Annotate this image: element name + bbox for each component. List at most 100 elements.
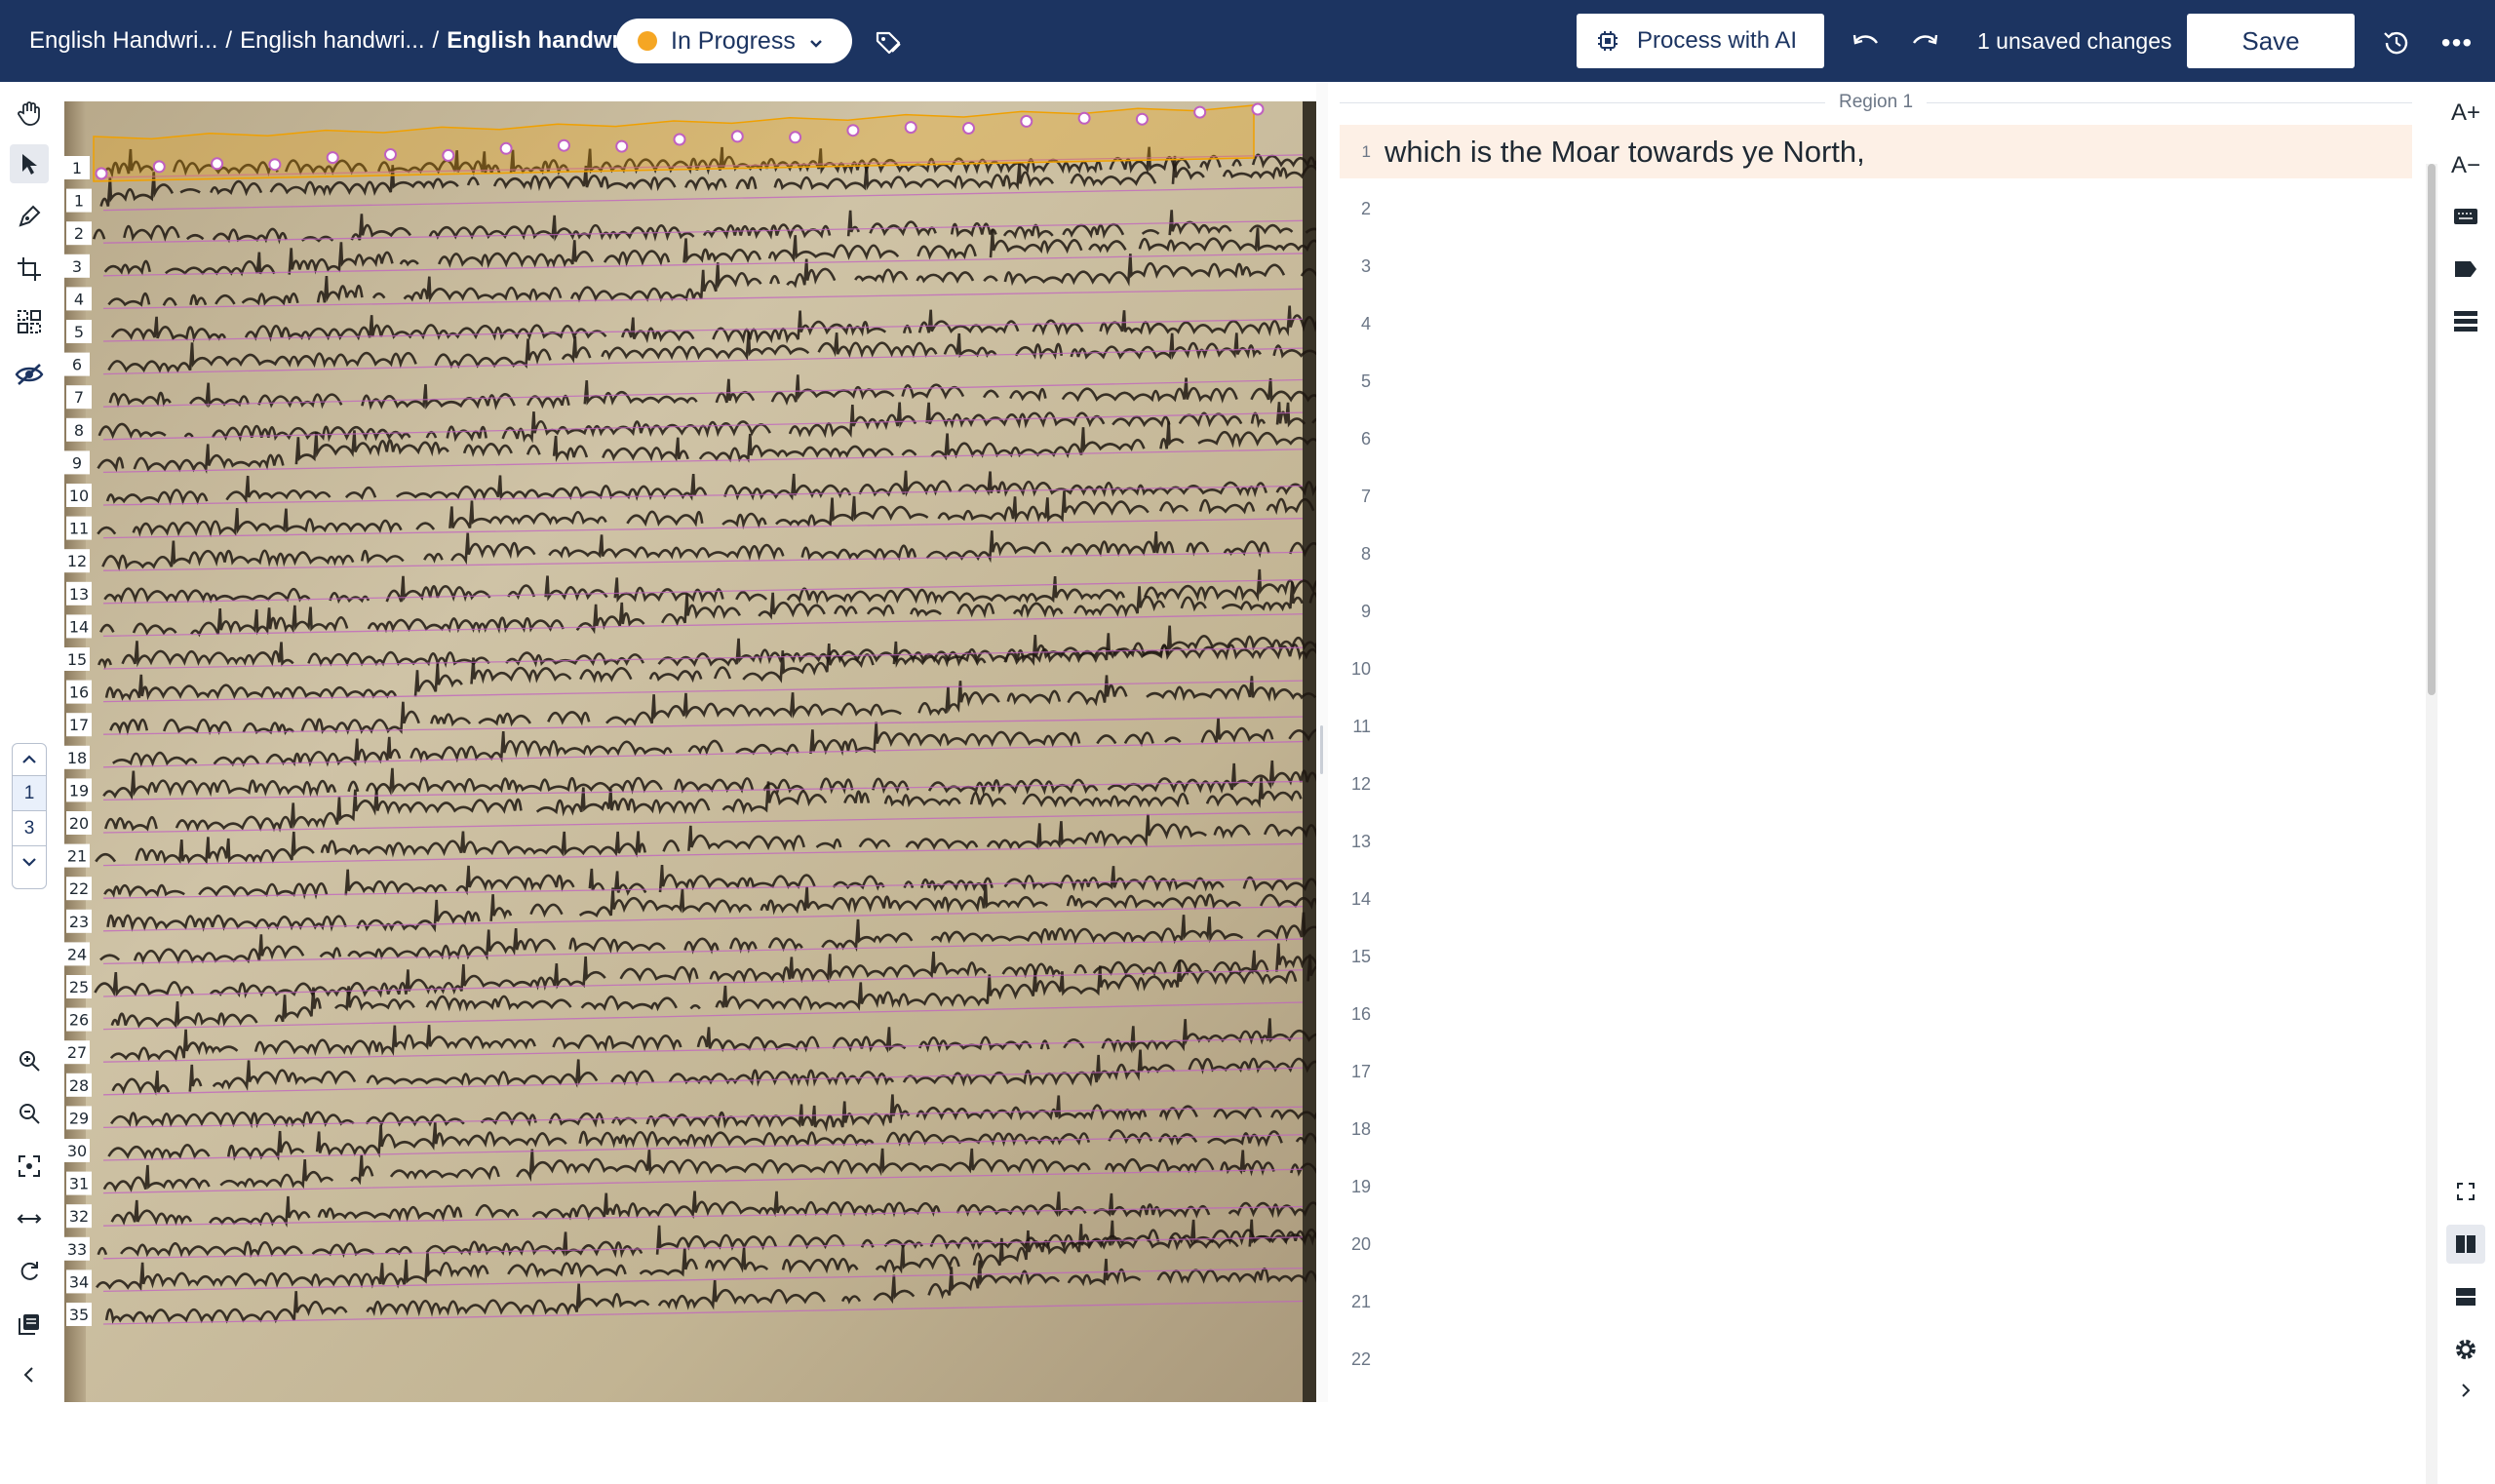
- panel-splitter[interactable]: [1316, 82, 1328, 1402]
- breadcrumb-item-collection[interactable]: English Handwri...: [29, 27, 217, 55]
- polygon-handle[interactable]: [904, 121, 917, 135]
- pen-draw-icon[interactable]: [10, 197, 49, 236]
- current-page-number[interactable]: 1: [13, 775, 46, 810]
- label-tag-icon[interactable]: [2446, 250, 2485, 289]
- previous-page-button[interactable]: [13, 744, 46, 775]
- redo-button[interactable]: [1906, 23, 1943, 60]
- polygon-handle[interactable]: [326, 151, 339, 165]
- transcription-line[interactable]: 11: [1340, 700, 2412, 754]
- transcription-line[interactable]: 3: [1340, 240, 2412, 293]
- fullscreen-icon[interactable]: [2446, 1172, 2485, 1211]
- manuscript-page-image[interactable]: 1123456789101112131415161718192021222324…: [64, 101, 1316, 1402]
- status-dropdown[interactable]: In Progress: [616, 19, 852, 63]
- side-by-side-layout-icon[interactable]: [2446, 1225, 2485, 1264]
- transcription-line[interactable]: 2: [1340, 182, 2412, 236]
- zoom-out-icon[interactable]: [10, 1094, 49, 1133]
- rotate-icon[interactable]: [10, 1252, 49, 1291]
- font-decrease-button[interactable]: A−: [2446, 146, 2485, 185]
- transcription-line[interactable]: 22: [1340, 1333, 2412, 1386]
- line-marker-number: 28: [69, 1076, 89, 1095]
- transcription-line[interactable]: 15: [1340, 930, 2412, 984]
- font-increase-button[interactable]: A+: [2446, 94, 2485, 133]
- polygon-handle[interactable]: [962, 122, 975, 135]
- line-marker-number: 34: [69, 1272, 89, 1291]
- total-pages-number[interactable]: 3: [13, 810, 46, 845]
- transcription-line[interactable]: 4: [1340, 297, 2412, 351]
- transcription-line[interactable]: 14: [1340, 873, 2412, 926]
- polygon-handle[interactable]: [557, 138, 570, 152]
- line-marker-number: 16: [69, 683, 89, 702]
- line-text[interactable]: which is the Moar towards ye North,: [1384, 135, 1865, 170]
- polygon-handle[interactable]: [211, 157, 224, 171]
- line-number: 8: [1360, 544, 1371, 564]
- polygon-handle[interactable]: [1077, 111, 1091, 125]
- zoom-in-icon[interactable]: [10, 1041, 49, 1080]
- pan-hand-icon[interactable]: [10, 94, 49, 133]
- more-options-icon[interactable]: •••: [2437, 23, 2476, 62]
- crop-icon[interactable]: [10, 250, 49, 289]
- polygon-handle[interactable]: [1135, 112, 1149, 126]
- polygon-handle[interactable]: [152, 160, 166, 174]
- fit-width-icon[interactable]: [10, 1199, 49, 1238]
- polygon-handle[interactable]: [1020, 114, 1033, 128]
- line-marker-number: 7: [74, 388, 84, 407]
- fit-screen-icon[interactable]: [10, 1147, 49, 1186]
- transcription-line[interactable]: 1 which is the Moar towards ye North,: [1340, 125, 2412, 178]
- stacked-layout-icon[interactable]: [2446, 1277, 2485, 1316]
- polygon-handle[interactable]: [846, 124, 860, 137]
- transcription-line[interactable]: 10: [1340, 643, 2412, 696]
- splitter-grip[interactable]: [1320, 725, 1323, 774]
- line-number: 19: [1350, 1177, 1371, 1196]
- collapse-right-icon[interactable]: [2446, 1371, 2485, 1410]
- transcription-line[interactable]: 6: [1340, 412, 2412, 466]
- collapse-left-icon[interactable]: [10, 1355, 49, 1394]
- transcription-line[interactable]: 8: [1340, 527, 2412, 581]
- transcription-line[interactable]: 17: [1340, 1045, 2412, 1099]
- transcription-line[interactable]: 13: [1340, 815, 2412, 869]
- breadcrumb: English Handwri... / English handwri... …: [29, 0, 647, 82]
- polygon-handle[interactable]: [384, 148, 397, 161]
- layers-icon[interactable]: [10, 1305, 49, 1344]
- next-page-button[interactable]: [13, 845, 46, 877]
- undo-button[interactable]: [1848, 23, 1885, 60]
- line-marker-number: 3: [72, 257, 82, 276]
- transcription-line[interactable]: 12: [1340, 758, 2412, 811]
- transcription-line[interactable]: 9: [1340, 585, 2412, 639]
- image-viewer[interactable]: 1 1 2 3 4 5 6 7 8 9 10 11 12 13 14 15 16 17 18 19 20 21 22 23 24…: [58, 82, 1316, 1402]
- polygon-handle[interactable]: [730, 130, 744, 143]
- line-marker-number: 14: [69, 617, 89, 636]
- scrollbar-thumb[interactable]: [2428, 164, 2436, 695]
- polygon-handle[interactable]: [1193, 105, 1207, 119]
- process-with-ai-button[interactable]: Process with AI: [1577, 14, 1824, 68]
- polygon-handle[interactable]: [442, 148, 455, 162]
- polygon-handle[interactable]: [673, 133, 686, 146]
- polygon-handle[interactable]: [615, 139, 629, 153]
- polygon-handle[interactable]: [268, 158, 282, 172]
- panel-scrollbar[interactable]: [2426, 164, 2437, 1484]
- save-button[interactable]: Save: [2187, 14, 2355, 68]
- transcription-line[interactable]: 18: [1340, 1103, 2412, 1156]
- transcription-line[interactable]: 20: [1340, 1218, 2412, 1271]
- visibility-off-icon[interactable]: [10, 355, 49, 394]
- line-marker-number: 25: [69, 978, 89, 996]
- line-number: 4: [1360, 314, 1371, 333]
- polygon-handle[interactable]: [499, 141, 513, 155]
- history-button[interactable]: [2377, 23, 2416, 62]
- transcription-line[interactable]: 19: [1340, 1160, 2412, 1214]
- polygon-handle[interactable]: [789, 131, 802, 144]
- polygon-handle[interactable]: [95, 167, 108, 180]
- transcription-line[interactable]: 5: [1340, 355, 2412, 409]
- tag-edit-button[interactable]: [870, 23, 907, 60]
- transcription-line[interactable]: 16: [1340, 988, 2412, 1041]
- transcription-line[interactable]: 7: [1340, 470, 2412, 524]
- settings-gear-icon[interactable]: [2446, 1330, 2485, 1369]
- polygon-handle[interactable]: [1251, 102, 1265, 116]
- lines-list-icon[interactable]: [2446, 302, 2485, 341]
- line-marker-number: 31: [69, 1175, 89, 1193]
- select-arrow-icon[interactable]: [10, 144, 49, 183]
- transcription-line[interactable]: 21: [1340, 1275, 2412, 1329]
- breadcrumb-item-document[interactable]: English handwri...: [240, 27, 424, 55]
- keyboard-icon[interactable]: [2446, 197, 2485, 236]
- line-number: 21: [1350, 1292, 1371, 1311]
- region-select-icon[interactable]: [10, 302, 49, 341]
